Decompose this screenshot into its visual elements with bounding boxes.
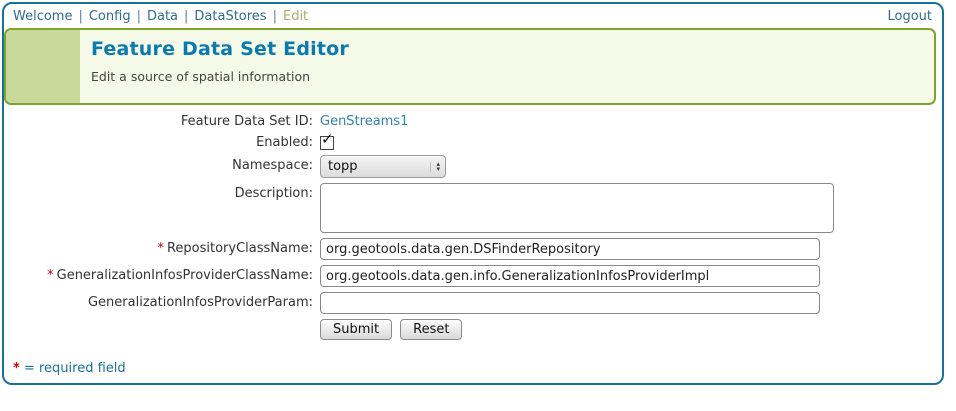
required-note-text: = required field <box>24 361 126 376</box>
required-field-note: * = required field <box>13 361 126 376</box>
form-row-feature-data-set-id: Feature Data Set ID: GenStreams1 <box>4 113 942 129</box>
breadcrumb: Welcome | Config | Data | DataStores | E… <box>13 9 308 24</box>
breadcrumb-separator: | <box>78 9 82 24</box>
repository-class-name-label-text: RepositoryClassName: <box>167 241 313 256</box>
reset-button[interactable]: Reset <box>400 319 462 340</box>
enabled-label: Enabled: <box>4 134 320 150</box>
header-accent-strip <box>6 30 80 103</box>
page-title: Feature Data Set Editor <box>91 38 349 60</box>
feature-data-set-form: Feature Data Set ID: GenStreams1 Enabled… <box>4 105 942 340</box>
page-subtitle: Edit a source of spatial information <box>91 69 349 84</box>
checkmark-icon: ✓ <box>321 132 334 147</box>
logout-link[interactable]: Logout <box>887 9 932 24</box>
required-asterisk: * <box>13 361 20 376</box>
buttons-spacer <box>4 319 320 322</box>
form-row-generalization-infos-provider-class-name: *GeneralizationInfosProviderClassName: <box>4 265 942 287</box>
breadcrumb-current-edit: Edit <box>283 9 308 24</box>
breadcrumb-separator: | <box>137 9 141 24</box>
form-row-generalization-infos-provider-param: GeneralizationInfosProviderParam: <box>4 292 942 314</box>
required-asterisk: * <box>47 268 54 283</box>
required-asterisk: * <box>157 241 164 256</box>
generalization-infos-provider-param-input[interactable] <box>320 292 820 314</box>
feature-data-set-id-label: Feature Data Set ID: <box>4 113 320 129</box>
stepper-down-icon: ▾ <box>436 167 440 172</box>
generalization-infos-provider-class-name-label-text: GeneralizationInfosProviderClassName: <box>57 268 313 283</box>
description-textarea[interactable] <box>320 183 834 233</box>
feature-data-set-id-value: GenStreams1 <box>320 113 408 129</box>
form-row-enabled: Enabled: ✓ <box>4 134 942 150</box>
select-stepper-icon: ▴ ▾ <box>430 162 440 172</box>
breadcrumb-separator: | <box>273 9 277 24</box>
breadcrumb-link-config[interactable]: Config <box>89 9 131 24</box>
top-navigation-bar: Welcome | Config | Data | DataStores | E… <box>4 4 942 28</box>
form-row-namespace: Namespace: topp ▴ ▾ <box>4 155 942 178</box>
main-window: Welcome | Config | Data | DataStores | E… <box>2 2 944 385</box>
breadcrumb-separator: | <box>184 9 188 24</box>
breadcrumb-link-datastores[interactable]: DataStores <box>194 9 266 24</box>
submit-button[interactable]: Submit <box>320 319 392 340</box>
header-text-block: Feature Data Set Editor Edit a source of… <box>80 30 349 103</box>
enabled-checkbox[interactable]: ✓ <box>320 136 334 150</box>
form-buttons-row: Submit Reset <box>4 319 942 340</box>
repository-class-name-label: *RepositoryClassName: <box>4 238 320 256</box>
namespace-label: Namespace: <box>4 155 320 173</box>
form-row-description: Description: <box>4 183 942 233</box>
form-row-repository-class-name: *RepositoryClassName: <box>4 238 942 260</box>
namespace-select[interactable]: topp ▴ ▾ <box>320 155 446 178</box>
breadcrumb-link-data[interactable]: Data <box>147 9 178 24</box>
generalization-infos-provider-class-name-input[interactable] <box>320 265 820 287</box>
generalization-infos-provider-param-label: GeneralizationInfosProviderParam: <box>4 292 320 310</box>
namespace-selected-value: topp <box>328 159 358 174</box>
generalization-infos-provider-class-name-label: *GeneralizationInfosProviderClassName: <box>4 265 320 283</box>
breadcrumb-link-welcome[interactable]: Welcome <box>13 9 72 24</box>
page-header-panel: Feature Data Set Editor Edit a source of… <box>4 28 936 105</box>
repository-class-name-input[interactable] <box>320 238 820 260</box>
description-label: Description: <box>4 183 320 201</box>
